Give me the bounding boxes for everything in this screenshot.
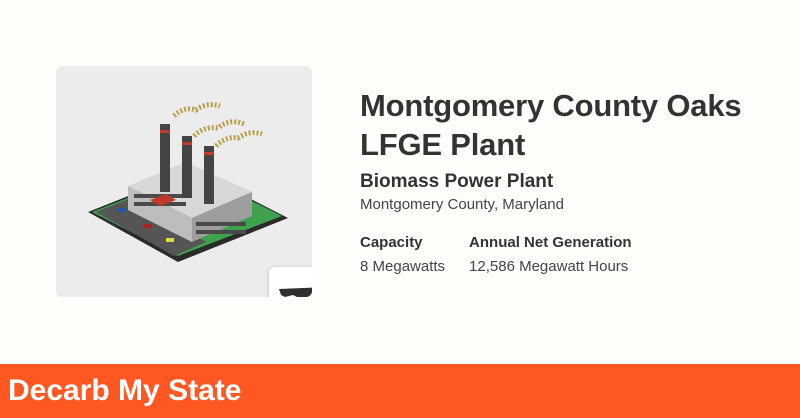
generation-label: Annual Net Generation	[469, 234, 632, 251]
footer-bar: Decarb My State	[0, 364, 800, 418]
plant-location: Montgomery County, Maryland	[360, 196, 564, 213]
maryland-map-icon	[279, 287, 312, 297]
plant-type: Biomass Power Plant	[360, 171, 554, 192]
state-badge	[269, 267, 312, 297]
generation-value: 12,586 Megawatt Hours	[469, 258, 629, 275]
capacity-stat: Capacity 8 Megawatts	[360, 233, 445, 277]
power-plant-icon	[88, 102, 288, 262]
plant-stats: Capacity 8 Megawatts Annual Net Generati…	[360, 233, 780, 277]
capacity-value: 8 Megawatts	[360, 258, 446, 275]
generation-stat: Annual Net Generation 12,586 Megawatt Ho…	[469, 233, 632, 277]
capacity-label: Capacity	[360, 234, 423, 251]
brand-name: Decarb My State	[8, 374, 242, 407]
plant-name: Montgomery County Oaks LFGE Plant	[360, 88, 742, 162]
plant-info: Montgomery County Oaks LFGE Plant Biomas…	[360, 86, 780, 277]
plant-image-panel	[56, 66, 312, 297]
